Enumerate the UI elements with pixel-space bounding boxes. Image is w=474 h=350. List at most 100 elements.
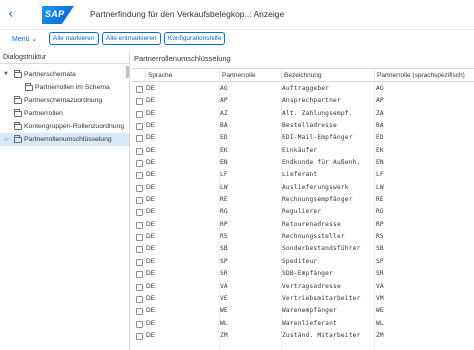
cell-bezeichnung: Auftraggeber bbox=[282, 85, 330, 92]
table-row[interactable]: DE SR SDB-Empfänger SR bbox=[131, 268, 474, 280]
page-title: Partnerfindung für den Verkaufsbelegkop.… bbox=[90, 9, 285, 19]
cell-sprache: DE bbox=[146, 307, 156, 315]
row-checkbox[interactable] bbox=[136, 246, 143, 254]
table-row[interactable]: DE ED EDI-Mail-Empfänger ED bbox=[131, 132, 474, 144]
table-row[interactable]: DE SP Spediteur SP bbox=[131, 256, 474, 268]
table-header: Sprache Partnerrolle Bezeichnung Partner… bbox=[131, 68, 474, 82]
row-checkbox[interactable] bbox=[136, 135, 143, 143]
folder-icon bbox=[14, 109, 22, 117]
tree-item-partnerschemata[interactable]: ▼ Partnerschemata bbox=[0, 68, 129, 81]
column-header-sprache[interactable]: Sprache bbox=[145, 69, 219, 82]
cell-partnerrolle: RP bbox=[220, 220, 228, 228]
cell-bezeichnung: Regulierer bbox=[282, 208, 322, 216]
column-header-partnerrolle[interactable]: Partnerrolle bbox=[219, 69, 281, 82]
table-row[interactable]: DE RE Rechnungsempfänger RE bbox=[131, 194, 474, 206]
tree-item-partnerrollen-im-schema[interactable]: Partnerrollen im Schema bbox=[0, 81, 129, 94]
row-checkbox[interactable] bbox=[136, 283, 143, 291]
cell-sprache: DE bbox=[146, 159, 156, 167]
cell-bezeichnung: SDB-Empfänger bbox=[282, 270, 334, 278]
tree-item-partnerrollen[interactable]: Partnerrollen bbox=[0, 107, 129, 120]
table-row[interactable]: DE LF Lieferant LF bbox=[131, 169, 474, 181]
select-all-button[interactable]: Alle markieren bbox=[49, 32, 99, 45]
row-checkbox[interactable] bbox=[136, 234, 143, 242]
folder-icon bbox=[14, 70, 22, 78]
row-checkbox[interactable] bbox=[136, 172, 143, 180]
table-row[interactable]: DE SB Sonderbestandsführer SB bbox=[131, 243, 474, 255]
table-row[interactable]: DE ZM Zuständ. Mitarbeiter ZM bbox=[131, 330, 474, 342]
table-row[interactable]: DE VA Vertragsadresse VA bbox=[131, 281, 474, 293]
tree-item-partnerrollenumschluesselung[interactable]: ▱ Partnerrollenumschlüsselung bbox=[0, 133, 129, 146]
tree-item-kontengruppen-rollenzuordnung[interactable]: Kontengruppen-Rollenzuordnung bbox=[0, 120, 129, 133]
tree-item-label: Partnerrollenumschlüsselung bbox=[24, 136, 112, 143]
cell-partnerrolle-spez: EN bbox=[376, 159, 384, 167]
tree-item-partnerschemazuordnung[interactable]: Partnerschemazuordnung bbox=[0, 94, 129, 107]
collapse-triangle-icon[interactable]: ▼ bbox=[4, 68, 8, 81]
table-row[interactable]: DE WE Warenempfänger WE bbox=[131, 305, 474, 317]
cell-sprache: DE bbox=[146, 109, 156, 117]
row-checkbox[interactable] bbox=[136, 308, 143, 316]
table-panel: Partnerrollenumschlüsselung Sprache Part… bbox=[131, 52, 474, 350]
cell-bezeichnung: Rechnungsempfänger bbox=[282, 196, 353, 204]
table-row[interactable]: DE RP Retourenadresse RP bbox=[131, 219, 474, 231]
row-checkbox[interactable] bbox=[136, 320, 143, 328]
tree-item-label: Partnerrollen bbox=[24, 110, 63, 117]
cell-partnerrolle-spez: SR bbox=[376, 270, 384, 278]
tree-item-label: Kontengruppen-Rollenzuordnung bbox=[24, 123, 125, 130]
table-row[interactable]: DE AP Ansprechpartner AP bbox=[131, 95, 474, 107]
deselect-all-button[interactable]: Alle entmarkieren bbox=[102, 32, 161, 45]
table-row[interactable]: DE BA Bestelladresse BA bbox=[131, 120, 474, 132]
dialog-structure-panel: Dialogstruktur ▼ Partnerschemata Partner… bbox=[0, 52, 130, 350]
cell-partnerrolle: SP bbox=[220, 257, 228, 265]
cell-bezeichnung: Warenlieferant bbox=[282, 319, 337, 327]
cell-partnerrolle-spez: LF bbox=[376, 171, 384, 179]
row-checkbox[interactable] bbox=[136, 98, 143, 106]
cell-sprache: DE bbox=[146, 245, 156, 253]
table-row[interactable]: DE AG Auftraggeber AG bbox=[131, 83, 474, 95]
config-help-button[interactable]: Konfigurationshilfe bbox=[164, 32, 226, 45]
cell-sprache: DE bbox=[146, 270, 156, 278]
tree-item-label: Partnerschemazuordnung bbox=[24, 97, 103, 104]
row-checkbox[interactable] bbox=[136, 184, 143, 192]
cell-partnerrolle: RG bbox=[220, 208, 228, 216]
table-row[interactable]: DE EK Einkäufer EK bbox=[131, 145, 474, 157]
column-header-partnerrolle-sprachspezifisch[interactable]: Partnerrolle (sprachspezifisch) bbox=[374, 69, 474, 82]
table-row[interactable]: DE EN Endkunde für Außenh. EN bbox=[131, 157, 474, 169]
row-checkbox[interactable] bbox=[136, 258, 143, 266]
cell-sprache: DE bbox=[146, 134, 156, 142]
cell-sprache: DE bbox=[146, 208, 156, 216]
tree-scrollbar[interactable] bbox=[126, 66, 129, 78]
cell-partnerrolle-spez: AP bbox=[376, 97, 384, 105]
cell-sprache: DE bbox=[146, 196, 156, 204]
cell-bezeichnung: Einkäufer bbox=[282, 146, 318, 154]
row-checkbox[interactable] bbox=[136, 209, 143, 217]
row-checkbox[interactable] bbox=[136, 197, 143, 205]
table-body: DE AG Auftraggeber AG DE AP Ansprechpartner AP D… bbox=[131, 83, 474, 342]
table-row[interactable]: DE RS Rechnungssteller RS bbox=[131, 231, 474, 243]
cell-partnerrolle: WL bbox=[220, 319, 228, 327]
table-row[interactable]: DE AZ Alt. Zahlungsempf. ZA bbox=[131, 108, 474, 120]
cell-partnerrolle: LW bbox=[220, 183, 228, 191]
row-checkbox[interactable] bbox=[136, 221, 143, 229]
row-checkbox[interactable] bbox=[136, 110, 143, 118]
cell-partnerrolle: LF bbox=[220, 171, 228, 179]
row-checkbox[interactable] bbox=[136, 271, 143, 279]
menu-button[interactable]: Menü ⌄ bbox=[12, 35, 37, 43]
row-checkbox[interactable] bbox=[136, 147, 143, 155]
table-row[interactable]: DE RG Regulierer RG bbox=[131, 206, 474, 218]
cell-bezeichnung: Vertragsadresse bbox=[282, 282, 341, 290]
row-checkbox[interactable] bbox=[136, 123, 143, 131]
column-header-bezeichnung[interactable]: Bezeichnung bbox=[281, 69, 374, 82]
row-checkbox[interactable] bbox=[136, 86, 143, 93]
row-checkbox[interactable] bbox=[136, 295, 143, 303]
cell-bezeichnung: Bestelladresse bbox=[282, 122, 337, 130]
table-row[interactable]: DE VE Vertriebsmitarbeiter VM bbox=[131, 293, 474, 305]
table-row[interactable]: DE WL Warenlieferant WL bbox=[131, 318, 474, 330]
row-checkbox[interactable] bbox=[136, 332, 143, 340]
row-checkbox[interactable] bbox=[136, 160, 143, 168]
cell-partnerrolle: EK bbox=[220, 146, 228, 154]
cell-bezeichnung: Spediteur bbox=[282, 257, 318, 265]
table-row[interactable]: DE LW Auslieferungswerk LW bbox=[131, 182, 474, 194]
cell-partnerrolle-spez: BA bbox=[376, 122, 384, 130]
cell-partnerrolle-spez: WL bbox=[376, 319, 384, 327]
back-arrow-icon[interactable]: ‹ bbox=[8, 8, 22, 22]
